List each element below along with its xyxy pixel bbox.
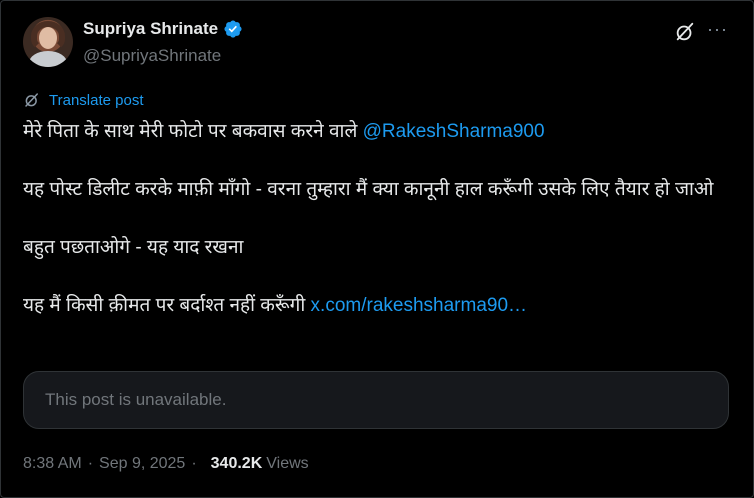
post-paragraph-4-text: यह मैं किसी क़ीमत पर बर्दाश्त नहीं करूँग… [23, 295, 311, 316]
author-handle[interactable]: @SupriyaShrinate [83, 46, 221, 66]
post-line-1: मेरे पिता के साथ मेरी फोटो पर बकवास करने… [23, 117, 735, 146]
unavailable-text: This post is unavailable. [45, 390, 227, 409]
translate-icon [25, 93, 38, 107]
author-name-row: Supriya Shrinate [83, 19, 243, 39]
external-link[interactable]: x.com/rakeshsharma90… [311, 295, 527, 316]
meta-separator: · [87, 455, 94, 472]
post-time[interactable]: 8:38 AM [23, 455, 82, 473]
views-count[interactable]: 340.2K [211, 455, 263, 473]
post-paragraph-2: यह पोस्ट डिलीट करके माफ़ी माँगो - वरना त… [23, 179, 714, 200]
post-paragraph-4: यह मैं किसी क़ीमत पर बर्दाश्त नहीं करूँग… [23, 291, 735, 320]
quoted-post-unavailable[interactable]: This post is unavailable. [23, 371, 729, 429]
views-label: Views [266, 455, 309, 472]
post-meta: 8:38 AM · Sep 9, 2025 · 340.2K Views [23, 455, 309, 473]
post-line-1-text: मेरे पिता के साथ मेरी फोटो पर बकवास करने… [23, 121, 363, 142]
author-display-name[interactable]: Supriya Shrinate [83, 19, 218, 39]
more-icon[interactable]: ··· [707, 19, 728, 40]
avatar[interactable] [23, 17, 73, 67]
post-paragraph-3: बहुत पछताओगे - यह याद रखना [23, 237, 244, 258]
post-date[interactable]: Sep 9, 2025 [99, 455, 185, 473]
grok-icon[interactable] [674, 21, 696, 43]
meta-separator: · [191, 455, 197, 472]
translate-post-link[interactable]: Translate post [23, 91, 144, 109]
mention-link[interactable]: @RakeshSharma900 [363, 121, 545, 142]
translate-post-label[interactable]: Translate post [49, 92, 144, 109]
verified-badge-icon[interactable] [223, 19, 243, 39]
post-text: मेरे पिता के साथ मेरी फोटो पर बकवास करने… [23, 117, 735, 320]
post-card: Supriya Shrinate @SupriyaShrinate ··· Tr… [0, 0, 754, 498]
